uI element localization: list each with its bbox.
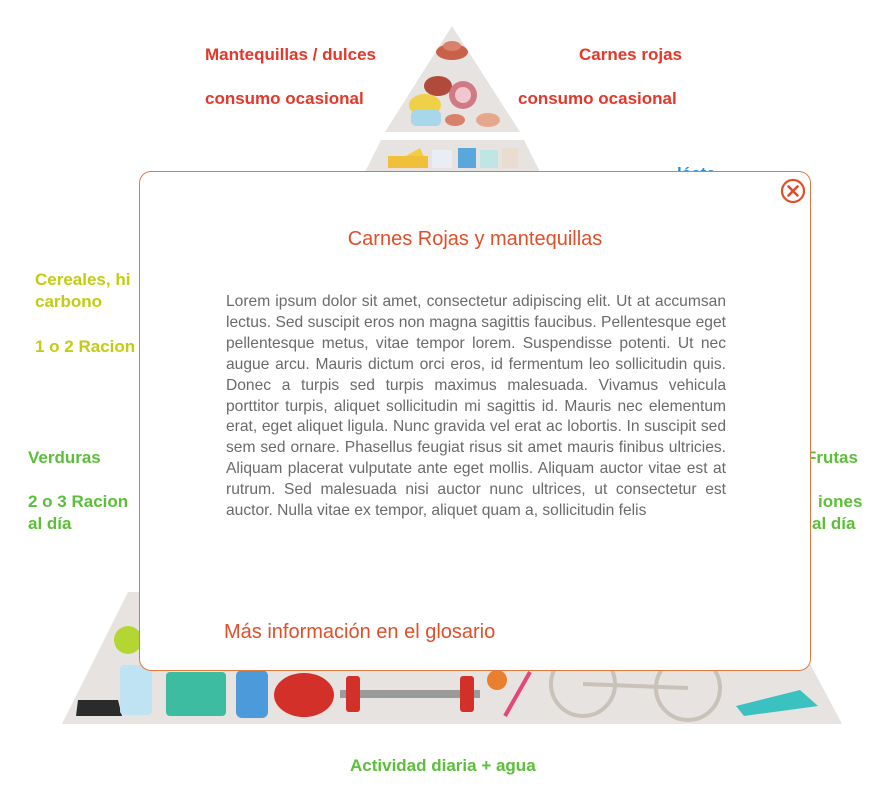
cereals-label[interactable]: Cereales, hi [35, 270, 130, 290]
daily-activity-label[interactable]: Actividad diaria + agua [350, 756, 536, 776]
modal-title: Carnes Rojas y mantequillas [347, 228, 603, 250]
fruits-label[interactable]: Frutas [806, 448, 858, 468]
fruits-frequency: iones [818, 492, 863, 511]
vegetables-frequency: 2 o 3 Racion [28, 492, 129, 511]
red-meat-label[interactable]: Carnes rojas [579, 45, 682, 65]
cereals-frequency: 1 o 2 Racion [35, 337, 136, 356]
butter-sweets-label[interactable]: Mantequillas / dulces [205, 45, 376, 65]
vegetables-frequency-line2: al día [28, 514, 72, 533]
cereals-label-line2: carbono [35, 292, 103, 311]
fruits-frequency-line2: al día [812, 514, 856, 533]
info-modal: Carnes Rojas y mantequillas Lorem ipsum … [139, 171, 811, 671]
vegetables-label[interactable]: Verduras [28, 448, 101, 468]
red-meat-frequency: consumo ocasional [518, 89, 677, 108]
butter-sweets-frequency: consumo ocasional [205, 89, 364, 108]
close-icon[interactable] [780, 178, 806, 204]
modal-body-text: Lorem ipsum dolor sit amet, consectetur … [226, 293, 726, 520]
glossary-link[interactable]: Más información en el glosario [224, 621, 495, 644]
